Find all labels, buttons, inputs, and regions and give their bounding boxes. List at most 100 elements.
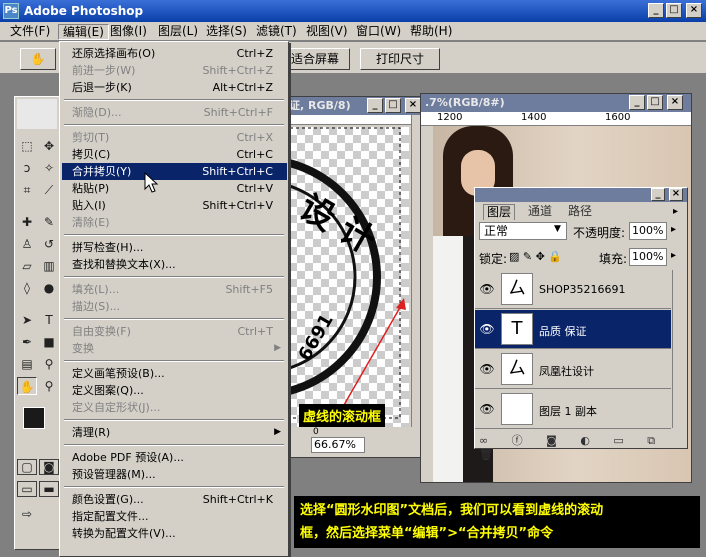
edit-menu-item: 清除(E): [62, 214, 287, 231]
lock-icons[interactable]: ▨ ✎ ✥ 🔒: [509, 250, 562, 263]
quick-mask-mode-icon[interactable]: ◙: [39, 459, 59, 475]
eye-icon[interactable]: 👁: [479, 281, 495, 297]
edit-menu-item[interactable]: Adobe PDF 预设(A)...: [62, 449, 287, 466]
standard-mode-icon[interactable]: ▢: [17, 459, 37, 475]
menu-window[interactable]: 窗口(W): [352, 24, 405, 40]
slice-tool-icon[interactable]: ⟋: [39, 181, 59, 199]
eyedropper-tool-icon[interactable]: ⚲: [39, 355, 59, 373]
tab-layers[interactable]: 图层: [483, 204, 516, 220]
edit-menu-item[interactable]: 定义画笔预设(B)...: [62, 365, 287, 382]
eraser-tool-icon[interactable]: ▱: [17, 257, 37, 275]
window-title: Adobe Photoshop: [24, 4, 144, 18]
tab-channels[interactable]: 通道: [525, 204, 555, 220]
menu-bar: 文件(F) 编辑(E) 图像(I) 图层(L) 选择(S) 滤镜(T) 视图(V…: [0, 22, 706, 41]
edit-menu-item[interactable]: 后退一步(K) Alt+Ctrl+Z: [62, 79, 287, 96]
brush-tool-icon[interactable]: ✎: [39, 213, 59, 231]
zoom-tool-icon[interactable]: ⚲: [39, 377, 59, 395]
menu-separator: [64, 444, 284, 446]
photo-minimize-button[interactable]: _: [629, 95, 645, 110]
blur-tool-icon[interactable]: ◊: [17, 279, 37, 297]
eye-icon[interactable]: 👁: [479, 321, 495, 337]
print-size-button[interactable]: 打印尺寸: [360, 48, 440, 70]
layer-row-fenghuang[interactable]: 👁 ㄙ 凤凰社设计: [475, 350, 671, 389]
menu-item-shortcut: Ctrl+Z: [236, 47, 273, 60]
edit-menu-item: 变换 ▶: [62, 340, 287, 357]
layers-scrollbar[interactable]: [672, 270, 686, 428]
close-button[interactable]: ×: [686, 3, 702, 18]
doc-close-button[interactable]: ×: [405, 98, 421, 113]
fit-screen-button[interactable]: 适合屏幕: [280, 48, 350, 70]
edit-menu-item[interactable]: 预设管理器(M)...: [62, 466, 287, 483]
tab-paths[interactable]: 路径: [565, 204, 595, 220]
gradient-tool-icon[interactable]: ▥: [39, 257, 59, 275]
fill-arrow-icon[interactable]: ▸: [671, 250, 676, 261]
opacity-field[interactable]: 100%: [629, 222, 667, 240]
magic-wand-tool-icon[interactable]: ✧: [39, 159, 59, 177]
layer-row-quality[interactable]: 👁 T 品质 保证: [475, 310, 671, 349]
screen-mode-full-icon[interactable]: ▬: [39, 481, 59, 497]
layer-row-shop[interactable]: 👁 ㄙ SHOP35216691: [475, 270, 671, 309]
edit-menu-item[interactable]: 颜色设置(G)... Shift+Ctrl+K: [62, 491, 287, 508]
layer-row-copy[interactable]: 👁 图层 1 副本: [475, 390, 671, 429]
eye-icon[interactable]: 👁: [479, 361, 495, 377]
type-tool-icon[interactable]: T: [39, 311, 59, 329]
palette-close-button[interactable]: ×: [669, 188, 683, 201]
menu-select[interactable]: 选择(S): [202, 24, 251, 40]
menu-help[interactable]: 帮助(H): [406, 24, 456, 40]
shape-tool-icon[interactable]: ■: [39, 333, 59, 351]
menu-image[interactable]: 图像(I): [106, 24, 151, 40]
eye-icon[interactable]: 👁: [479, 401, 495, 417]
palette-menu-icon[interactable]: ▸: [673, 206, 678, 217]
menu-item-label: 描边(S)...: [72, 300, 121, 313]
menu-separator: [64, 486, 284, 488]
edit-menu-item[interactable]: 清理(R) ▶: [62, 424, 287, 441]
edit-menu-item[interactable]: 粘贴(P) Ctrl+V: [62, 180, 287, 197]
crop-tool-icon[interactable]: ⌗: [17, 181, 37, 199]
menu-layer[interactable]: 图层(L): [154, 24, 202, 40]
notes-tool-icon[interactable]: ▤: [17, 355, 37, 373]
edit-menu-item[interactable]: 查找和替换文本(X)...: [62, 256, 287, 273]
fill-field[interactable]: 100%: [629, 248, 667, 266]
doc-maximize-button[interactable]: □: [385, 98, 401, 113]
instruction-callout: 选择“圆形水印图”文档后，我们可以看到虚线的滚动 框，然后选择菜单“编辑”>“合…: [294, 496, 700, 548]
history-brush-tool-icon[interactable]: ↺: [39, 235, 59, 253]
foreground-color-swatch[interactable]: [23, 407, 45, 429]
minimize-button[interactable]: _: [648, 3, 664, 18]
hand-tool-icon[interactable]: ✋: [17, 377, 37, 395]
lasso-tool-icon[interactable]: ↄ: [17, 159, 37, 177]
maximize-button[interactable]: □: [666, 3, 682, 18]
menu-file[interactable]: 文件(F): [6, 24, 54, 40]
menu-view[interactable]: 视图(V): [302, 24, 352, 40]
edit-menu-item[interactable]: 贴入(I) Shift+Ctrl+V: [62, 197, 287, 214]
doc-minimize-button[interactable]: _: [367, 98, 383, 113]
marquee-tool-icon[interactable]: ⬚: [17, 137, 37, 155]
move-tool-icon[interactable]: ✥: [39, 137, 59, 155]
path-selection-tool-icon[interactable]: ➤: [17, 311, 37, 329]
edit-menu-item[interactable]: 转换为配置文件(V)...: [62, 525, 287, 542]
menu-filter[interactable]: 滤镜(T): [252, 24, 301, 40]
screen-mode-standard-icon[interactable]: ▭: [17, 481, 37, 497]
photo-close-button[interactable]: ×: [667, 95, 683, 110]
edit-menu-item[interactable]: 拷贝(C) Ctrl+C: [62, 146, 287, 163]
clone-stamp-tool-icon[interactable]: ♙: [17, 235, 37, 253]
edit-menu-item[interactable]: 合并拷贝(Y) Shift+Ctrl+C: [62, 163, 287, 180]
hand-tool-preset-button[interactable]: ✋: [20, 48, 56, 70]
opacity-arrow-icon[interactable]: ▸: [671, 224, 676, 235]
edit-menu-item[interactable]: 拼写检查(H)...: [62, 239, 287, 256]
document-title: 证, RGB/8): [289, 99, 351, 112]
palette-minimize-button[interactable]: _: [651, 188, 665, 201]
edit-menu-item[interactable]: 指定配置文件...: [62, 508, 287, 525]
healing-brush-tool-icon[interactable]: ✚: [17, 213, 37, 231]
menu-item-label: Adobe PDF 预设(A)...: [72, 451, 184, 464]
layer-name: 凤凰社设计: [539, 365, 594, 378]
zoom-level-field[interactable]: 66.67%: [311, 437, 365, 453]
menu-item-shortcut: Ctrl+T: [237, 325, 273, 338]
menu-edit[interactable]: 编辑(E): [58, 24, 109, 40]
jump-to-imageready-icon[interactable]: ⇨: [17, 505, 37, 523]
layers-bottom-icons[interactable]: ∞ ⓕ ◙ ◐ ▭ ⧉ 🗑: [479, 432, 679, 461]
edit-menu-item[interactable]: 定义图案(Q)...: [62, 382, 287, 399]
photo-maximize-button[interactable]: □: [647, 95, 663, 110]
pen-tool-icon[interactable]: ✒: [17, 333, 37, 351]
dodge-tool-icon[interactable]: ●: [39, 279, 59, 297]
edit-menu-item[interactable]: 还原选择画布(O) Ctrl+Z: [62, 45, 287, 62]
